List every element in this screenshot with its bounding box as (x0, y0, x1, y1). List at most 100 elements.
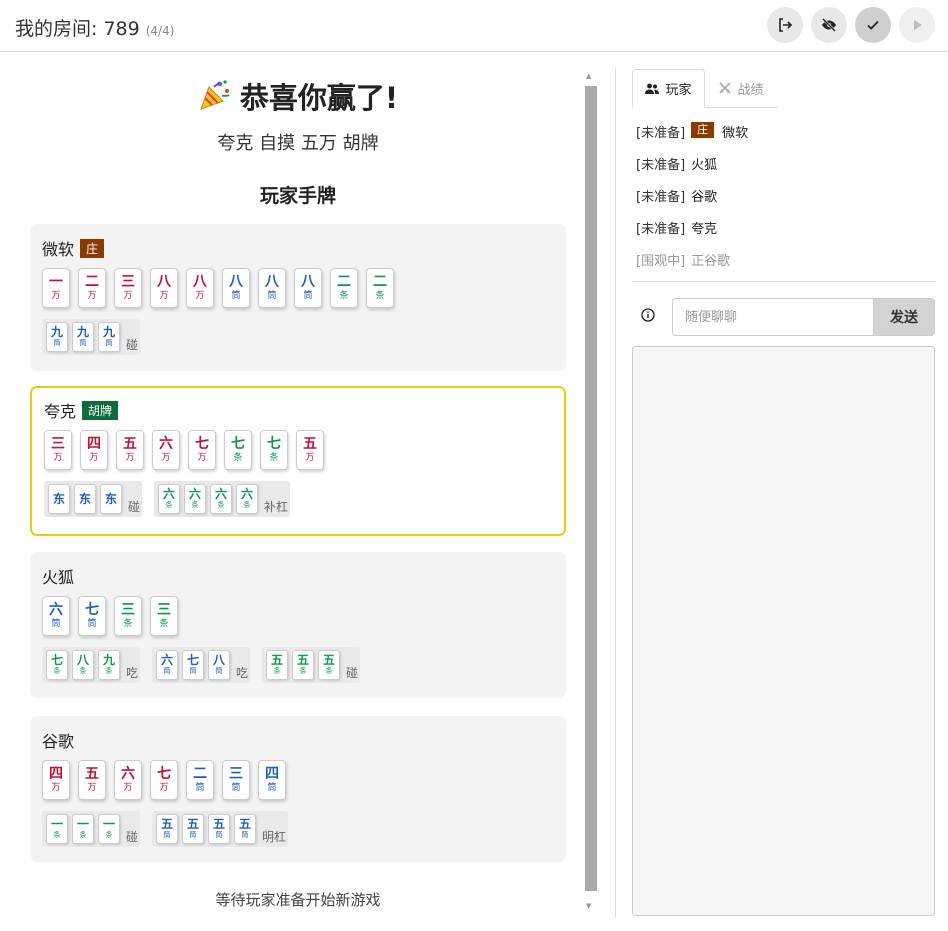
info-icon[interactable] (641, 308, 655, 322)
scrollbar-thumb[interactable] (585, 86, 597, 891)
meld-type-label: 吃 (236, 666, 249, 680)
tile-rank: 八 (229, 274, 243, 290)
tile-rank: 八 (213, 653, 226, 667)
meld-tile: 一条 (72, 814, 94, 844)
start-game-button[interactable] (899, 7, 935, 43)
tab-records[interactable]: 战绩 (705, 69, 778, 108)
tile-rank: 五 (239, 817, 252, 831)
scroll-down-arrow[interactable]: ▼ (586, 902, 591, 910)
tile-rank: 五 (85, 766, 99, 782)
meld-tile: 东 (100, 484, 122, 514)
player-name: 火狐 (42, 564, 74, 588)
meld-group: 五条五条五条碰 (262, 647, 361, 683)
ready-status: [未准备] (636, 222, 686, 237)
tile-suit: 条 (273, 667, 281, 675)
leave-room-button[interactable] (767, 7, 803, 43)
mahjong-tile: 八筒 (258, 268, 286, 308)
tile-suit: 条 (299, 667, 307, 675)
player-hand-card: 火狐六筒七筒三条三条七条八条九条吃六筒七筒八筒吃五条五条五条碰 (30, 552, 566, 698)
tile-suit: 万 (89, 453, 99, 463)
mahjong-tile: 四筒 (258, 760, 286, 800)
tile-suit: 万 (159, 291, 169, 301)
mahjong-tile: 二万 (78, 268, 106, 308)
tile-suit: 万 (87, 783, 97, 793)
tile-rank: 九 (50, 325, 63, 339)
ready-status: [围观中] (636, 254, 686, 269)
tile-suit: 筒 (267, 291, 277, 301)
meld-group: 六条六条六条六条补杠 (154, 481, 291, 517)
tile-rank: 七 (195, 436, 209, 452)
tile-suit: 万 (161, 453, 171, 463)
play-icon (914, 20, 922, 30)
meld-row: 一条一条一条碰五筒五筒五筒五筒明杠 (42, 811, 300, 847)
player-hand-card: 微软庄一万二万三万八万八万八筒八筒八筒二条二条九筒九筒九筒碰 (30, 224, 566, 371)
users-icon (645, 83, 660, 94)
tile-rank: 三 (157, 602, 171, 618)
room-title: 我的房间: 789 (4/4) (15, 14, 174, 41)
player-name-text: 微软 (42, 240, 75, 259)
tile-rank: 一 (102, 817, 115, 831)
tile-suit: 筒 (231, 291, 241, 301)
tile-rank: 五 (323, 653, 336, 667)
tile-suit: 筒 (303, 291, 313, 301)
eye-off-icon (822, 18, 836, 32)
meld-group: 五筒五筒五筒五筒明杠 (152, 811, 289, 847)
send-button[interactable]: 发送 (873, 298, 935, 336)
tab-players-label: 玩家 (665, 83, 692, 98)
mahjong-tile: 七条 (224, 430, 252, 470)
tile-suit: 条 (53, 831, 61, 839)
chat-log (632, 346, 935, 916)
tile-rank: 二 (193, 766, 207, 782)
tile-rank: 五 (161, 817, 174, 831)
ready-button[interactable] (855, 7, 891, 43)
chat-input[interactable] (672, 298, 874, 336)
panel-divider (615, 68, 616, 918)
meld-tile: 七条 (46, 650, 68, 680)
tile-rank: 五 (303, 436, 317, 452)
tile-suit: 条 (53, 667, 61, 675)
tab-records-label: 战绩 (737, 82, 764, 98)
party-popper-icon (200, 80, 230, 110)
tile-suit: 条 (105, 831, 113, 839)
tile-suit: 筒 (231, 783, 241, 793)
dealer-badge: 庄 (691, 122, 715, 138)
mahjong-tile: 七筒 (78, 596, 106, 636)
tile-rank: 六 (121, 766, 135, 782)
meld-tile: 五条 (318, 650, 341, 680)
meld-tile: 一条 (98, 814, 120, 844)
mahjong-tile: 六万 (152, 430, 180, 470)
player-list-item: [未准备] 火狐 (636, 154, 748, 186)
tile-rank: 东 (52, 491, 65, 506)
player-list: [未准备] 庄微软 [未准备] 火狐 [未准备] 谷歌 [未准备] 夸克 [围观中] 正谷歌 (636, 122, 748, 282)
mahjong-tile: 三万 (114, 268, 142, 308)
player-list-item: [未准备] 夸克 (636, 218, 748, 250)
hand-tiles: 六筒七筒三条三条 (42, 596, 186, 636)
tile-rank: 五 (297, 653, 310, 667)
tile-suit: 筒 (87, 619, 97, 629)
tab-players[interactable]: 玩家 (632, 69, 705, 108)
mahjong-tile: 三万 (44, 430, 72, 470)
scroll-up-arrow[interactable]: ▲ (586, 72, 591, 80)
player-list-name: 夸克 (691, 222, 718, 237)
hide-button[interactable] (811, 7, 847, 43)
player-list-item: [未准备] 谷歌 (636, 186, 748, 218)
mahjong-tile: 二条 (330, 268, 358, 308)
tile-rank: 八 (76, 653, 89, 667)
tile-rank: 七 (187, 653, 200, 667)
sidebar-separator (632, 281, 936, 282)
player-list-name: 火狐 (691, 158, 718, 173)
tile-rank: 八 (301, 274, 315, 290)
result-scrollbar[interactable]: ▲ ▼ (582, 70, 598, 915)
player-name-text: 火狐 (42, 568, 75, 587)
hand-tiles: 三万四万五万六万七万七条七条五万 (44, 430, 332, 470)
meld-tile: 七筒 (182, 650, 205, 680)
mahjong-tile: 七万 (150, 760, 178, 800)
meld-group: 东东东碰 (44, 481, 143, 517)
hand-tiles: 四万五万六万七万二筒三筒四筒 (42, 760, 294, 800)
tile-rank: 三 (51, 436, 65, 452)
tile-rank: 六 (161, 653, 174, 667)
tile-suit: 筒 (189, 667, 197, 675)
mahjong-tile: 三条 (150, 596, 178, 636)
tile-rank: 二 (85, 274, 99, 290)
tile-rank: 一 (76, 817, 89, 831)
